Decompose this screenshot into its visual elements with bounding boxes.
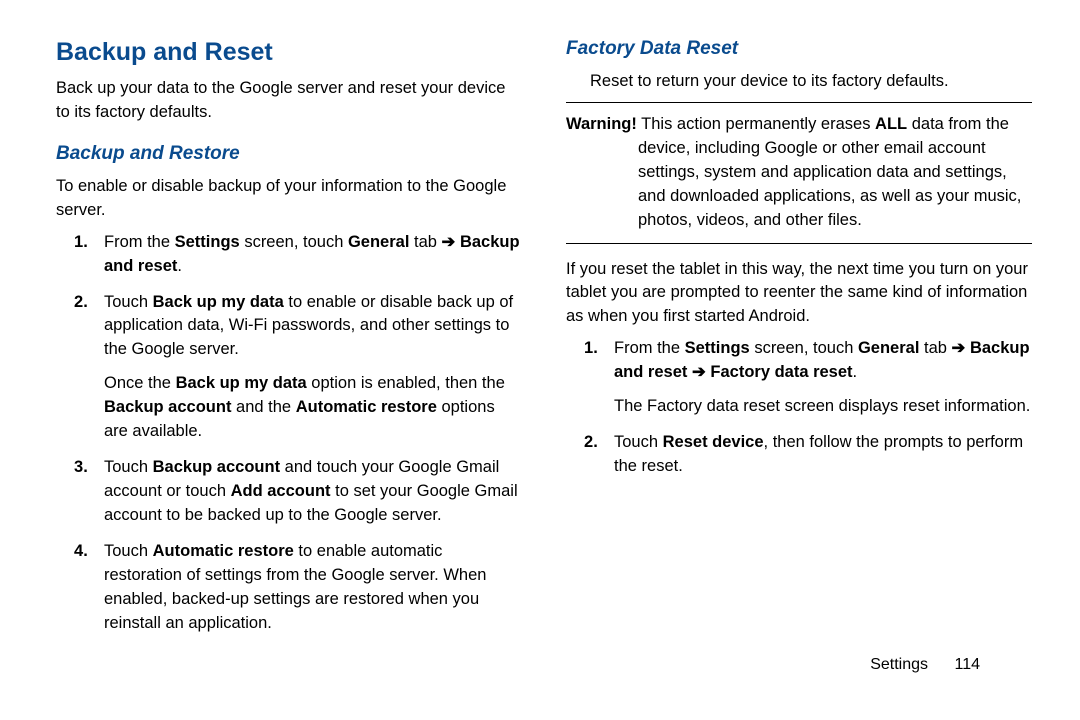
intro-factory-reset: Reset to return your device to its facto… bbox=[566, 70, 1032, 94]
right-column: Factory Data Reset Reset to return your … bbox=[566, 38, 1032, 648]
intro-text-2: To enable or disable backup of your info… bbox=[56, 175, 522, 223]
step-3: Touch Backup account and touch your Goog… bbox=[56, 456, 522, 528]
footer-page-number: 114 bbox=[954, 656, 980, 673]
step-2: Touch Reset device, then follow the prom… bbox=[566, 431, 1032, 479]
step-2: Touch Back up my data to enable or disab… bbox=[56, 291, 522, 445]
warning-box: Warning! This action permanently erases … bbox=[566, 102, 1032, 244]
step-4: Touch Automatic restore to enable automa… bbox=[56, 540, 522, 636]
heading-backup-and-reset: Backup and Reset bbox=[56, 38, 522, 67]
intro-text: Back up your data to the Google server a… bbox=[56, 77, 522, 125]
warning-label: Warning! bbox=[566, 115, 637, 133]
warning-body: device, including Google or other email … bbox=[566, 137, 1032, 233]
para-after-warning: If you reset the tablet in this way, the… bbox=[566, 258, 1032, 330]
arrow-icon: ➔ bbox=[952, 339, 966, 357]
step-2-continued: Once the Back up my data option is enabl… bbox=[104, 372, 522, 444]
steps-factory-reset: From the Settings screen, touch General … bbox=[566, 337, 1032, 479]
footer-section: Settings bbox=[870, 656, 928, 673]
step-1: From the Settings screen, touch General … bbox=[56, 231, 522, 279]
left-column: Backup and Reset Back up your data to th… bbox=[56, 38, 522, 648]
arrow-icon: ➔ bbox=[442, 233, 456, 251]
arrow-icon: ➔ bbox=[692, 363, 706, 381]
heading-backup-and-restore: Backup and Restore bbox=[56, 143, 522, 165]
steps-backup-restore: From the Settings screen, touch General … bbox=[56, 231, 522, 636]
page-footer: Settings 114 bbox=[870, 656, 980, 674]
heading-factory-data-reset: Factory Data Reset bbox=[566, 38, 1032, 60]
step-1: From the Settings screen, touch General … bbox=[566, 337, 1032, 419]
step-1-continued: The Factory data reset screen displays r… bbox=[614, 395, 1032, 419]
